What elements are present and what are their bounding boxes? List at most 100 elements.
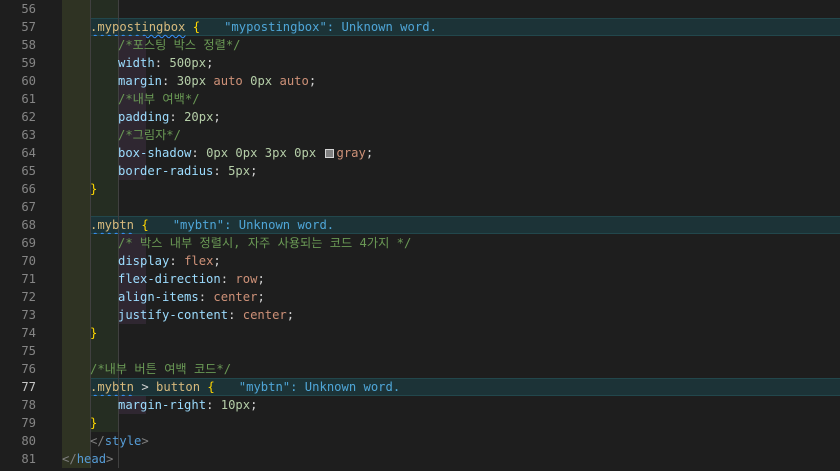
diagnostic-message: "mybtn": Unknown word. xyxy=(238,380,401,394)
line-number: 60 xyxy=(21,74,36,88)
code-token: ; xyxy=(257,272,265,286)
indent-guide-line xyxy=(118,198,119,216)
code-token: flex-direction xyxy=(118,272,221,286)
line-number: 66 xyxy=(21,182,36,196)
code-content: } xyxy=(62,414,97,432)
code-token: 0px xyxy=(206,146,229,160)
code-token: { xyxy=(207,380,215,394)
code-token: center xyxy=(213,290,258,304)
code-line[interactable]: 78 margin-right: 10px; xyxy=(0,396,840,414)
code-content: .mypostingbox {"mypostingbox": Unknown w… xyxy=(62,18,437,36)
code-line[interactable]: 62 padding: 20px; xyxy=(0,108,840,126)
code-token: ; xyxy=(206,56,214,70)
code-token: ; xyxy=(213,254,221,268)
code-line[interactable]: 71 flex-direction: row; xyxy=(0,270,840,288)
code-line[interactable]: 72 align-items: center; xyxy=(0,288,840,306)
line-number: 73 xyxy=(21,308,36,322)
diagnostic-message: "mypostingbox": Unknown word. xyxy=(224,20,437,34)
line-number: 59 xyxy=(21,56,36,70)
indent-guide-line xyxy=(118,324,119,342)
line-number: 75 xyxy=(21,344,36,358)
code-line[interactable]: 68 .mybtn {"mybtn": Unknown word. xyxy=(0,216,840,234)
code-token: style xyxy=(104,434,142,448)
code-token: display xyxy=(118,254,170,268)
line-number: 77 xyxy=(21,380,36,394)
indent-guide xyxy=(62,0,90,18)
code-line[interactable]: 65 border-radius: 5px; xyxy=(0,162,840,180)
code-token: 5px xyxy=(228,164,251,178)
code-token: /*그림자*/ xyxy=(118,128,181,142)
code-line[interactable]: 70 display: flex; xyxy=(0,252,840,270)
code-token: { xyxy=(192,20,201,34)
indent-guide xyxy=(90,0,118,18)
code-token: padding xyxy=(118,110,170,124)
indent-guide-line xyxy=(118,0,119,18)
indent-guide xyxy=(62,198,90,216)
code-line[interactable]: 77 .mybtn > button {"mybtn": Unknown word… xyxy=(0,378,840,396)
code-token: 20px xyxy=(184,110,214,124)
code-line[interactable]: 74} xyxy=(0,324,840,342)
code-line[interactable]: 60 margin: 30px auto 0px auto; xyxy=(0,72,840,90)
code-token: { xyxy=(141,218,149,232)
code-token: : xyxy=(198,290,214,304)
code-line[interactable]: 67 xyxy=(0,198,840,216)
code-line[interactable]: 61 /*내부 여백*/ xyxy=(0,90,840,108)
code-token: flex xyxy=(184,254,214,268)
line-number: 79 xyxy=(21,416,36,430)
color-swatch-icon[interactable] xyxy=(324,148,334,158)
code-token: ; xyxy=(365,146,374,160)
indent-guide-line xyxy=(90,198,91,216)
code-content: justify-content: center; xyxy=(62,306,294,324)
code-content: /*포스팅 박스 정렬*/ xyxy=(62,36,241,54)
code-token: box-shadow xyxy=(118,146,192,160)
code-token: : xyxy=(220,272,236,286)
code-line[interactable]: 59 width: 500px; xyxy=(0,54,840,72)
code-line[interactable]: 58 /*포스팅 박스 정렬*/ xyxy=(0,36,840,54)
line-number: 56 xyxy=(21,2,36,16)
code-token: ; xyxy=(257,290,265,304)
code-content: margin-right: 10px; xyxy=(62,396,257,414)
code-content: } xyxy=(62,180,97,198)
indent-guide-line xyxy=(90,342,91,360)
code-token: border-radius xyxy=(118,164,214,178)
code-line[interactable]: 80 </style > xyxy=(0,432,840,450)
code-token: gray xyxy=(336,146,366,160)
code-token: button xyxy=(156,380,201,394)
code-content: box-shadow: 0px 0px 3px 0px gray; xyxy=(62,144,373,162)
code-line[interactable]: 75 xyxy=(0,342,840,360)
code-line[interactable]: 57 .mypostingbox {"mypostingbox": Unknown… xyxy=(0,18,840,36)
code-line[interactable]: 73 justify-content: center; xyxy=(0,306,840,324)
code-token: margin xyxy=(118,74,163,88)
line-number: 76 xyxy=(21,362,36,376)
code-token: </ xyxy=(90,434,105,448)
code-token: .mybtn xyxy=(90,218,135,232)
code-editor[interactable]: 56 57 .mypostingbox {"mypostingbox": Unkno… xyxy=(0,0,840,471)
code-line[interactable]: 66} xyxy=(0,180,840,198)
code-token: justify-content xyxy=(118,308,229,322)
code-line[interactable]: 81 </head > xyxy=(0,450,840,468)
code-token: ; xyxy=(250,398,258,412)
indent-guide-line xyxy=(118,450,119,468)
code-line[interactable]: 63 /*그림자*/ xyxy=(0,126,840,144)
code-token: 0px xyxy=(250,74,273,88)
code-line[interactable]: 69 /* 박스 내부 정렬시, 자주 사용되는 코드 4가지 */ xyxy=(0,234,840,252)
line-number: 70 xyxy=(21,254,36,268)
indent-guide xyxy=(62,342,90,360)
line-number: 58 xyxy=(21,38,36,52)
indent-guide-line xyxy=(90,0,91,18)
code-line[interactable]: 56 xyxy=(0,0,840,18)
code-token: auto xyxy=(213,74,243,88)
code-content: /*그림자*/ xyxy=(62,126,181,144)
code-line[interactable]: 79} xyxy=(0,414,840,432)
code-line[interactable]: 64 box-shadow: 0px 0px 3px 0px gray; xyxy=(0,144,840,162)
code-line[interactable]: 76 /*내부 버튼 여백 코드*/ xyxy=(0,360,840,378)
code-content: align-items: center; xyxy=(62,288,265,306)
indent-guide-line xyxy=(118,180,119,198)
line-number: 62 xyxy=(21,110,36,124)
code-content: border-radius: 5px; xyxy=(62,162,257,180)
code-token: ; xyxy=(286,308,295,322)
line-number: 71 xyxy=(21,272,36,286)
